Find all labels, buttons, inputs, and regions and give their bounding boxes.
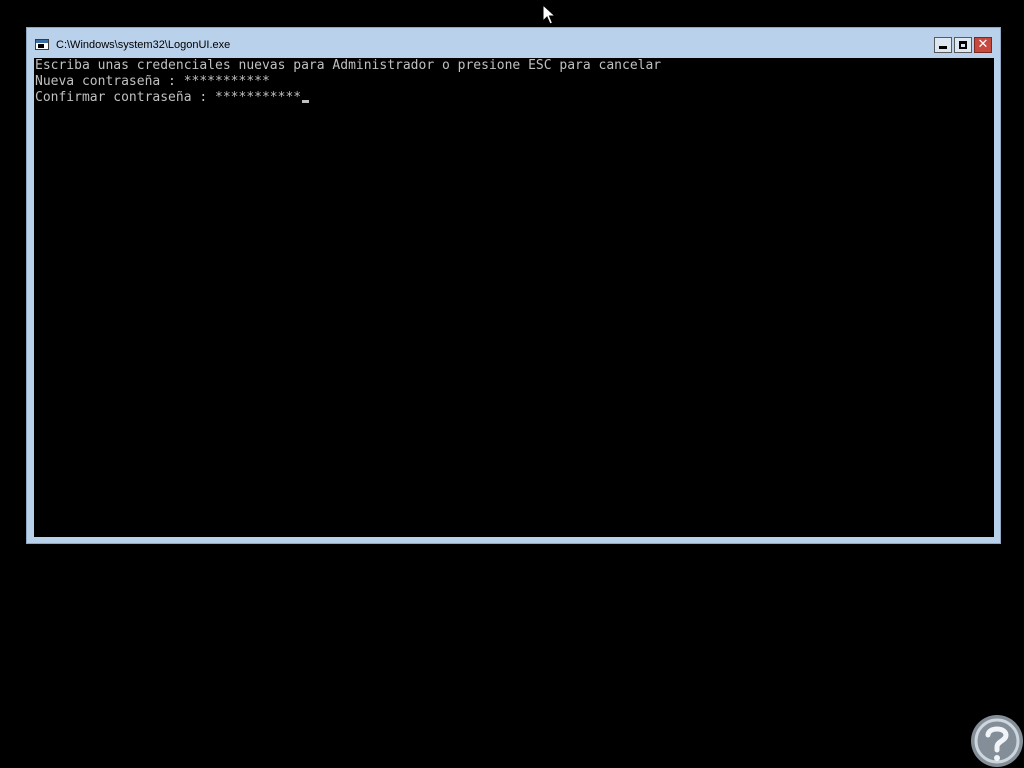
- confirm-password-line[interactable]: Confirmar contraseña : ***********: [35, 90, 310, 106]
- minimize-button[interactable]: [934, 37, 952, 53]
- window-titlebar[interactable]: C:\Windows\system32\LogonUI.exe ✕: [27, 28, 1000, 58]
- console-app-icon[interactable]: [35, 39, 49, 50]
- desktop-background: C:\Windows\system32\LogonUI.exe ✕ Escrib…: [0, 0, 1024, 768]
- new-password-line: Nueva contraseña : ***********: [35, 74, 270, 89]
- maximize-button[interactable]: [954, 37, 972, 53]
- console-window: C:\Windows\system32\LogonUI.exe ✕ Escrib…: [26, 27, 1001, 544]
- watermark-logo-icon: [971, 715, 1023, 767]
- mouse-pointer-icon: [542, 4, 556, 25]
- minimize-icon: [939, 46, 947, 49]
- close-button[interactable]: ✕: [974, 37, 992, 53]
- confirm-password-text: Confirmar contraseña : ***********: [35, 90, 302, 105]
- console-output[interactable]: Escriba unas credenciales nuevas para Ad…: [34, 58, 994, 537]
- maximize-icon: [959, 41, 967, 49]
- text-cursor: [302, 100, 310, 103]
- window-title: C:\Windows\system32\LogonUI.exe: [56, 39, 231, 51]
- console-prompt-line: Escriba unas credenciales nuevas para Ad…: [35, 58, 662, 73]
- close-icon: ✕: [977, 37, 989, 52]
